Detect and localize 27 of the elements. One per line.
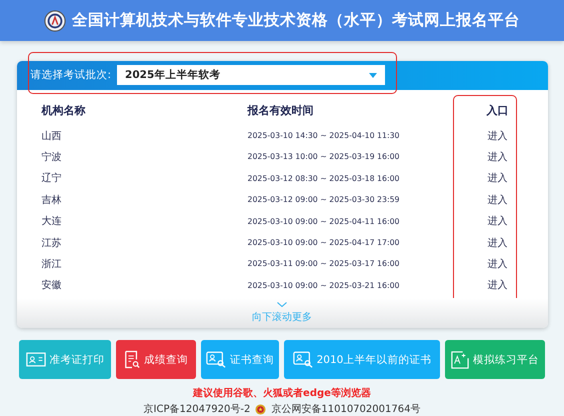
table-cell-text: 浙江 <box>42 258 62 271</box>
column-header: 机构名称 <box>42 102 86 118</box>
enter-link[interactable]: 进入 <box>472 236 522 250</box>
scroll-hint: 向下滚动更多 <box>252 310 312 324</box>
table-cell-text: 吉林 <box>42 194 62 207</box>
enter-link[interactable]: 进入 <box>472 192 522 207</box>
enter-link[interactable]: 进入 <box>472 171 522 186</box>
column-header: 报名有效时间 <box>248 102 314 118</box>
column-header: 入口 <box>486 102 510 118</box>
batch-label: 请选择考试批次: <box>30 68 112 82</box>
table-cell-text: 山西 <box>42 130 62 143</box>
icp-number: 京ICP备12047920号-2 <box>144 402 250 416</box>
table-cell-text: 安徽 <box>42 278 62 292</box>
enter-link[interactable]: 进入 <box>472 214 522 228</box>
table-cell-text: 宁波 <box>42 150 62 164</box>
browser-notice: 建议使用谷歌、火狐或者edge等浏览器 <box>193 386 371 400</box>
enter-link[interactable]: 进入 <box>472 256 522 271</box>
table-cell-text: 江苏 <box>42 236 62 250</box>
batch-dropdown[interactable]: 2025年上半年软考 <box>117 65 386 86</box>
table-cell-text: 辽宁 <box>42 172 62 186</box>
police-record-number: 京公网安备11010702001764号 <box>271 402 420 416</box>
enter-link[interactable]: 进入 <box>472 278 522 292</box>
table-cell-text: 大连 <box>42 214 62 228</box>
enter-link[interactable]: 进入 <box>472 150 522 164</box>
nav-button[interactable]: 成绩查询 <box>116 340 196 379</box>
site-title: 全国计算机技术与软件专业技术资格（水平）考试网上报名平台 <box>72 10 520 31</box>
enter-link[interactable]: 进入 <box>472 128 522 143</box>
